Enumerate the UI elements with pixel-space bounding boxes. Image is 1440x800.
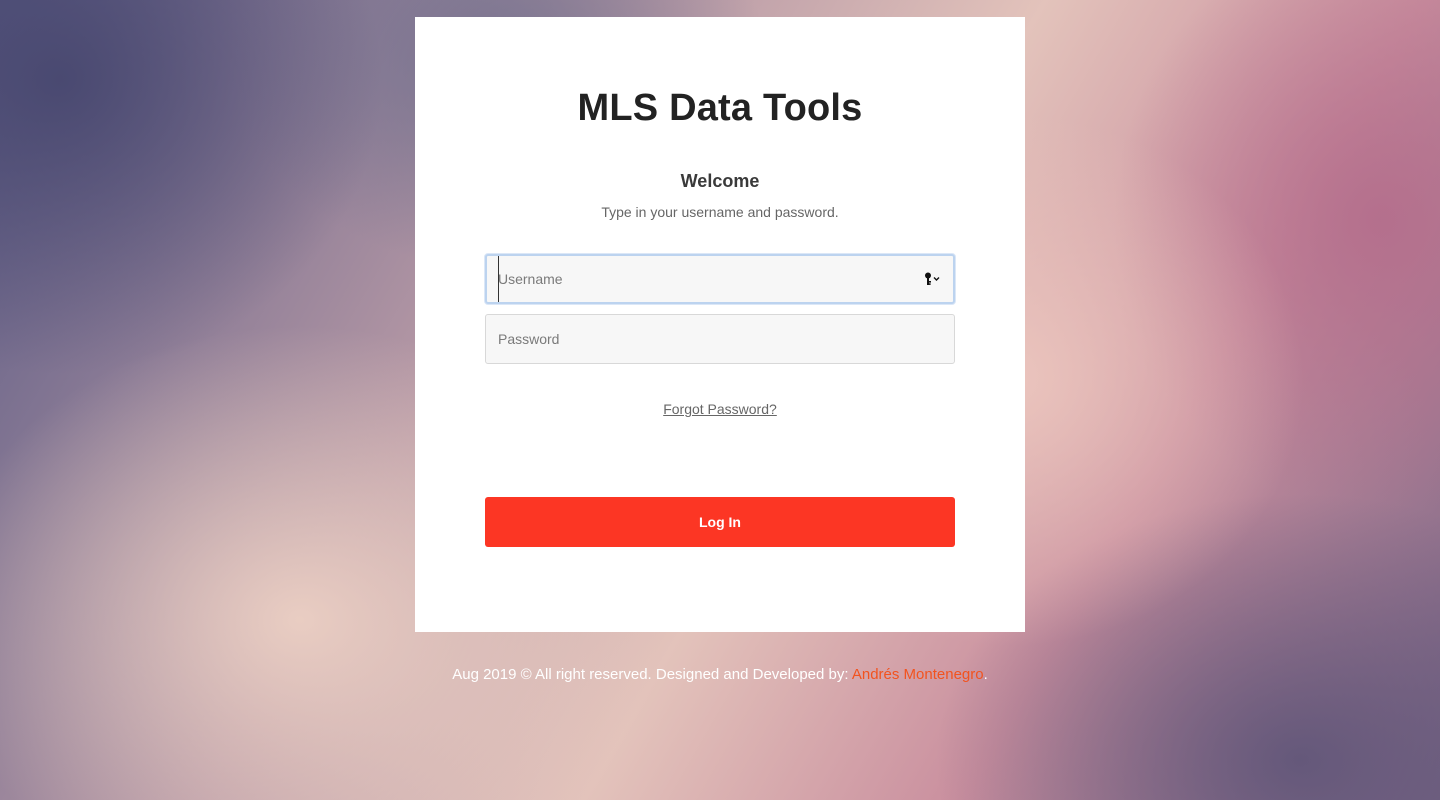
author-link[interactable]: Andrés Montenegro (852, 666, 984, 683)
page-title: MLS Data Tools (577, 87, 863, 129)
login-button[interactable]: Log In (485, 497, 955, 547)
forgot-password-link[interactable]: Forgot Password? (415, 401, 1025, 417)
text-caret (498, 256, 499, 302)
username-input[interactable] (485, 254, 955, 304)
login-card: MLS Data Tools Welcome Type in your user… (415, 17, 1025, 632)
login-instructions: Type in your username and password. (601, 204, 839, 220)
key-icon[interactable] (923, 271, 943, 287)
footer-period: . (983, 666, 988, 683)
footer-copyright: Aug 2019 © All right reserved. Designed … (452, 666, 852, 683)
footer: Aug 2019 © All right reserved. Designed … (0, 666, 1440, 683)
welcome-heading: Welcome (680, 171, 760, 191)
password-input[interactable] (485, 314, 955, 364)
